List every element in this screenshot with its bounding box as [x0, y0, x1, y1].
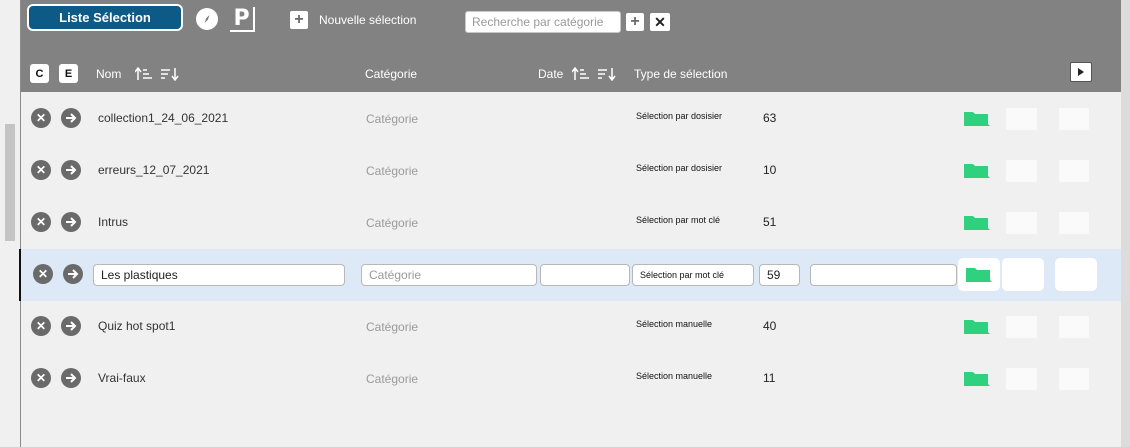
table-row[interactable]: ✕ Intrus Catégorie Sélection par mot clé… [21, 197, 1121, 249]
column-header-selection-type: Type de sélection [634, 67, 728, 81]
arrow-right-circle-icon[interactable] [63, 264, 83, 284]
table-row-selected[interactable]: ✕ Sélection par mot clé [19, 249, 1121, 301]
selection-type-field[interactable]: Sélection par mot clé [632, 264, 754, 286]
new-selection-link[interactable]: Nouvelle sélection [319, 13, 416, 27]
selection-name[interactable]: Intrus [98, 215, 128, 229]
column-header-date: Date [538, 67, 564, 81]
right-edge [1121, 0, 1130, 447]
action-slot[interactable] [1006, 368, 1037, 390]
action-slot[interactable] [1006, 316, 1037, 338]
action-slot[interactable] [1059, 212, 1089, 234]
close-circle-icon[interactable]: ✕ [31, 160, 51, 180]
selection-name[interactable]: collection1_24_06_2021 [98, 111, 228, 125]
selection-category: Catégorie [366, 112, 419, 126]
folder-icon[interactable] [964, 370, 990, 388]
name-field[interactable] [93, 264, 345, 286]
selection-category: Catégorie [366, 320, 419, 334]
column-header-category: Catégorie [365, 67, 418, 81]
action-slot[interactable] [1002, 258, 1044, 291]
selection-name[interactable]: erreurs_12_07_2021 [98, 163, 209, 177]
action-slot[interactable] [1059, 108, 1089, 130]
selection-count: 11 [763, 371, 776, 385]
p-button[interactable]: P [230, 7, 255, 32]
selection-count: 51 [763, 215, 777, 229]
app: Liste Sélection P + Nouvelle sélection +… [0, 0, 1130, 447]
play-box-icon[interactable] [1070, 62, 1092, 82]
selection-type: Sélection manuelle [636, 319, 713, 329]
close-circle-icon[interactable]: ✕ [31, 316, 51, 336]
action-slot[interactable] [1006, 212, 1037, 234]
close-circle-icon[interactable]: ✕ [31, 108, 51, 128]
category-field[interactable] [361, 264, 537, 286]
list-selection-button[interactable]: Liste Sélection [27, 4, 183, 31]
table-row[interactable]: ✕ collection1_24_06_2021 Catégorie Sélec… [21, 93, 1121, 145]
action-slot[interactable] [1059, 160, 1089, 182]
table-row[interactable]: ✕ Vrai-faux Catégorie Sélection manuelle… [21, 353, 1121, 405]
folder-icon[interactable] [964, 110, 990, 128]
e-button[interactable]: E [59, 64, 78, 83]
arrow-right-circle-icon[interactable] [61, 212, 81, 232]
selection-type: Sélection manuelle [636, 371, 713, 381]
table-row[interactable]: ✕ Quiz hot spot1 Catégorie Sélection man… [21, 301, 1121, 353]
arrow-right-circle-icon[interactable] [61, 108, 81, 128]
folder-icon[interactable] [964, 162, 990, 180]
arrow-right-circle-icon[interactable] [61, 316, 81, 336]
table-row[interactable]: ✕ erreurs_12_07_2021 Catégorie Sélection… [21, 145, 1121, 197]
selection-category: Catégorie [366, 216, 419, 230]
action-slot[interactable] [1059, 368, 1089, 390]
compass-icon[interactable] [196, 8, 218, 30]
selection-count: 63 [763, 111, 777, 125]
selection-name[interactable]: Vrai-faux [98, 371, 146, 385]
selection-type: Sélection par dosisier [636, 111, 723, 121]
arrow-right-circle-icon[interactable] [61, 160, 81, 180]
selection-category: Catégorie [366, 372, 419, 386]
action-slot[interactable] [1006, 160, 1037, 182]
sort-name-icon[interactable] [135, 67, 181, 81]
action-slot[interactable] [1059, 316, 1089, 338]
clear-search-button[interactable]: ✕ [650, 13, 670, 31]
c-button[interactable]: C [30, 64, 49, 83]
add-category-button[interactable]: + [626, 13, 644, 31]
vertical-scrollbar-thumb[interactable] [5, 124, 15, 241]
selection-category: Catégorie [366, 164, 419, 178]
selection-count: 10 [763, 163, 777, 177]
sort-date-icon[interactable] [572, 67, 618, 81]
category-search-input[interactable] [465, 11, 621, 33]
arrow-right-circle-icon[interactable] [61, 368, 81, 388]
close-circle-icon[interactable]: ✕ [31, 212, 51, 232]
plus-icon[interactable]: + [290, 11, 308, 29]
close-circle-icon[interactable]: ✕ [31, 368, 51, 388]
folder-icon[interactable] [964, 318, 990, 336]
count-field[interactable] [759, 264, 800, 286]
selection-name[interactable]: Quiz hot spot1 [98, 319, 175, 333]
date-field[interactable] [540, 264, 630, 286]
column-header-name: Nom [96, 67, 122, 81]
selection-count: 40 [763, 319, 777, 333]
action-slot[interactable] [1006, 108, 1037, 130]
selection-type: Sélection par dosisier [636, 163, 723, 173]
selection-type: Sélection par mot clé [636, 215, 721, 225]
folder-icon [966, 268, 992, 282]
close-circle-icon[interactable]: ✕ [33, 264, 53, 284]
action-slot[interactable] [1055, 258, 1097, 291]
folder-button[interactable] [958, 258, 1000, 291]
folder-icon[interactable] [964, 214, 990, 232]
extra-field[interactable] [810, 264, 957, 286]
